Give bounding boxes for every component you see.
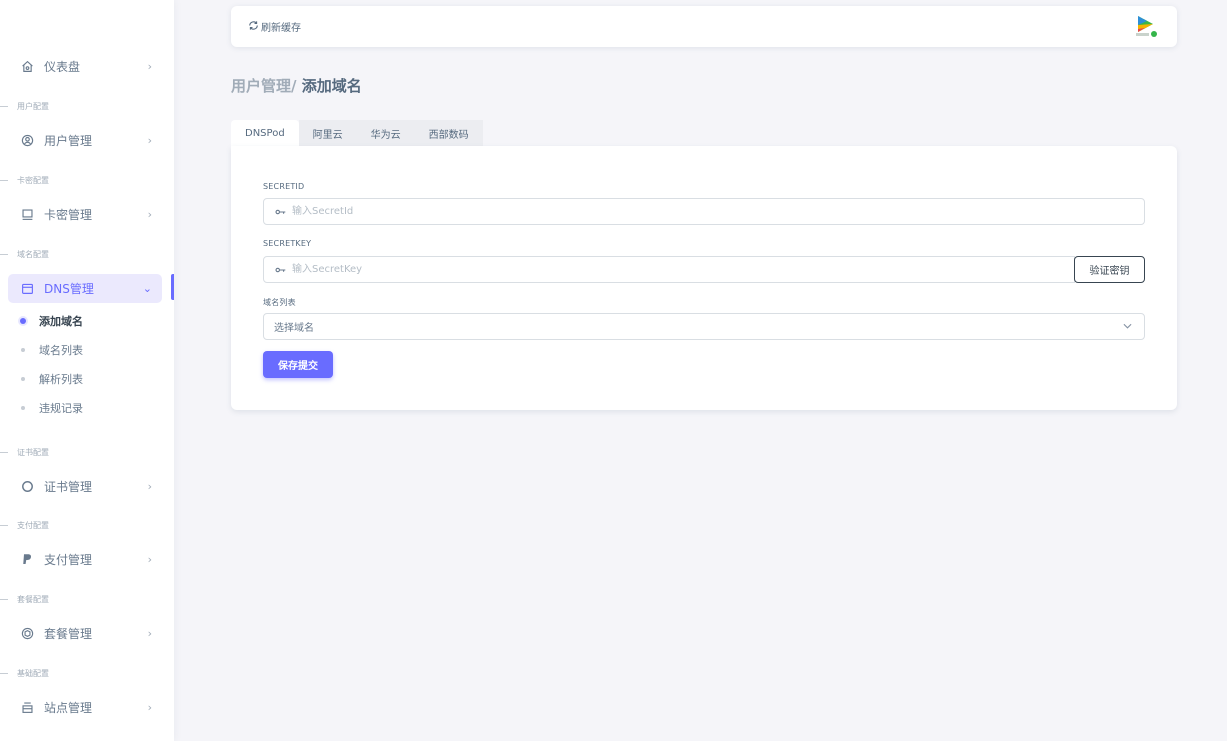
bullet-icon [21,377,25,381]
sidebar-subitem-label: 解析列表 [39,373,83,386]
sidebar-item-pay[interactable]: 支付管理 › [8,545,162,574]
circle-icon [20,480,34,494]
sidebar-item-package[interactable]: 套餐管理 › [8,619,162,648]
breadcrumb-current: 添加域名 [301,77,362,95]
section-header-pay: 支付配置 [0,518,49,532]
sidebar-subitem-violations[interactable]: 违规记录 [20,398,160,418]
key-icon [264,266,292,274]
sidebar-item-label: 支付管理 [44,553,93,567]
verify-key-button[interactable]: 验证密钥 [1074,256,1145,283]
secret-key-input[interactable] [292,257,1074,282]
chevron-right-icon: › [147,60,152,73]
chevron-right-icon: › [147,208,152,221]
bullet-icon [20,318,26,324]
sidebar: 仪表盘 › 用户配置 用户管理 › 卡密配置 卡密管理 › 域名配置 DNS管理… [0,0,174,741]
secret-id-field [263,198,1145,225]
add-domain-card: SECRETID SECRETKEY 验证密钥 域名列表 选择域名 保存提交 [231,146,1177,410]
dns-provider-tabs: DNSPod 阿里云 华为云 西部数码 [231,120,483,146]
home-icon [20,60,34,74]
secret-id-input[interactable] [292,199,1144,224]
key-icon [264,208,292,216]
window-icon [20,701,34,715]
top-navbar: 刷新缓存 [231,6,1177,47]
sidebar-item-label: 仪表盘 [44,60,81,74]
sidebar-item-label: 用户管理 [44,134,93,148]
tab-dnspod[interactable]: DNSPod [231,120,299,146]
sidebar-item-label: DNS管理 [44,282,94,296]
tab-huaweicloud[interactable]: 华为云 [356,120,415,146]
section-header-domain: 域名配置 [0,247,49,261]
sidebar-subitem-resolve-list[interactable]: 解析列表 [20,369,160,389]
refresh-cache-label: 刷新缓存 [261,23,301,34]
calendar-icon [20,282,34,296]
sidebar-item-label: 卡密管理 [44,208,93,222]
sidebar-item-label: 套餐管理 [44,627,93,641]
section-header-base: 基础配置 [0,666,49,680]
sidebar-item-user[interactable]: 用户管理 › [8,126,162,155]
sidebar-item-dashboard[interactable]: 仪表盘 › [8,52,162,81]
sidebar-item-card[interactable]: 卡密管理 › [8,200,162,229]
active-indicator [171,274,174,300]
sidebar-item-cert[interactable]: 证书管理 › [8,472,162,501]
chevron-right-icon: › [147,480,152,493]
sidebar-subitem-label: 添加域名 [39,315,83,328]
refresh-icon [248,20,261,34]
chevron-right-icon: › [147,627,152,640]
sidebar-subitem-label: 域名列表 [39,344,83,357]
breadcrumb-parent[interactable]: 用户管理/ [231,77,302,95]
bullet-icon [21,348,25,352]
chevron-right-icon: › [147,553,152,566]
tab-aliyun[interactable]: 阿里云 [298,120,357,146]
secret-id-label: SECRETID [263,182,305,191]
chevron-down-icon [1123,322,1132,332]
secret-key-field [263,256,1075,283]
chevron-down-icon: ⌄ [142,282,152,295]
sidebar-item-label: 站点管理 [44,701,93,715]
chevron-right-icon: › [147,701,152,714]
sidebar-subitem-add-domain[interactable]: 添加域名 [20,311,160,331]
sidebar-item-site[interactable]: 站点管理 › [8,693,162,722]
paypal-icon [20,553,34,567]
sidebar-subitem-domain-list[interactable]: 域名列表 [20,340,160,360]
play-logo-icon[interactable] [1133,13,1159,39]
tab-west-digital[interactable]: 西部数码 [414,120,483,146]
section-header-cert: 证书配置 [0,445,49,459]
domain-select[interactable]: 选择域名 [263,313,1145,340]
bullet-icon [21,406,25,410]
section-header-package: 套餐配置 [0,592,49,606]
sidebar-subitem-label: 违规记录 [39,402,83,415]
domain-select-value: 选择域名 [274,323,314,334]
section-header-user: 用户配置 [0,99,49,113]
save-submit-button[interactable]: 保存提交 [263,351,333,378]
section-header-card: 卡密配置 [0,173,49,187]
refresh-cache-button[interactable]: 刷新缓存 [248,19,301,34]
domain-list-label: 域名列表 [263,298,296,307]
sidebar-item-label: 证书管理 [44,480,93,494]
monitor-icon [20,208,34,222]
package-icon [20,627,34,641]
chevron-right-icon: › [147,134,152,147]
secret-key-label: SECRETKEY [263,239,312,248]
sidebar-item-dns[interactable]: DNS管理 ⌄ [8,274,162,303]
user-circle-icon [20,134,34,148]
page-title: 用户管理/ 添加域名 [231,75,362,96]
